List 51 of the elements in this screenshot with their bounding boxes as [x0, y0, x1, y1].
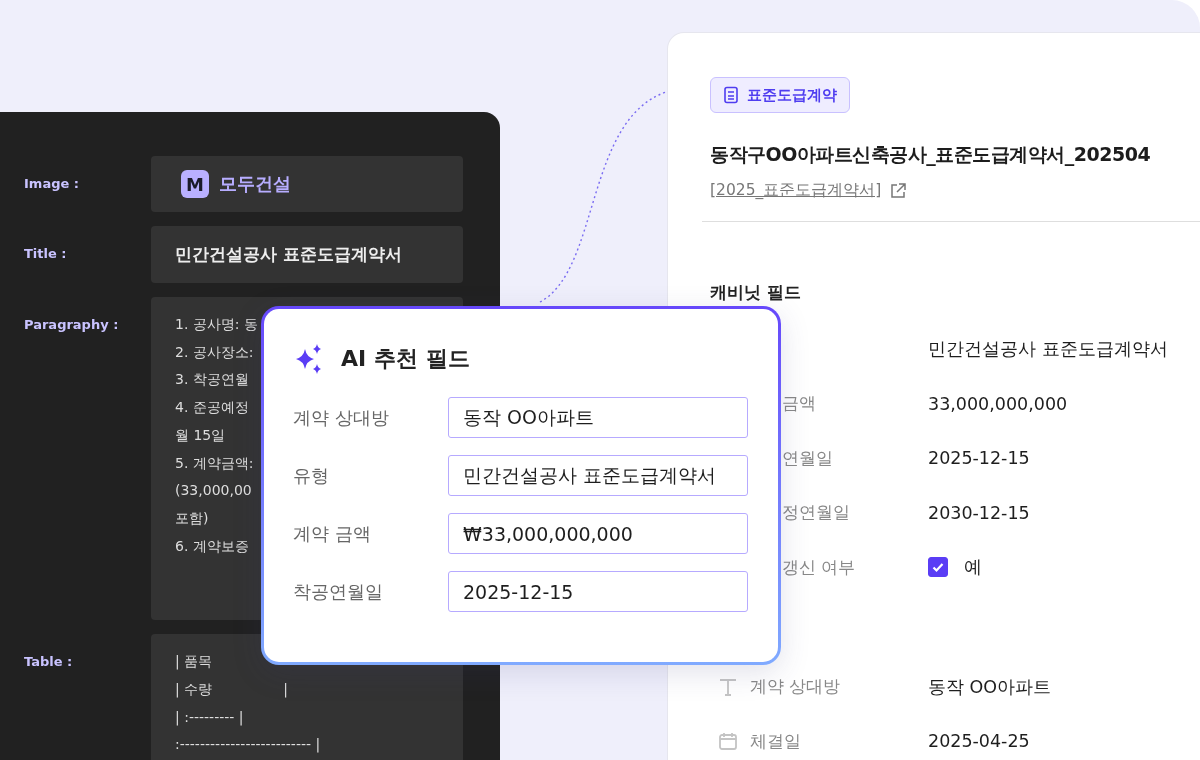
field-value: 예 — [964, 556, 982, 580]
field-label: Title : — [24, 245, 68, 261]
text-line: | 수량 | — [175, 680, 289, 700]
field-value: 2025-04-25 — [928, 731, 1030, 752]
field-label: Image : — [24, 175, 80, 191]
text-line: 2. 공사장소: — [175, 342, 254, 362]
template-link[interactable]: [2025_표준도급계약서] — [710, 180, 882, 201]
text-line: 3. 착공연월 — [175, 370, 249, 390]
field-value: 33,000,000,000 — [928, 393, 1068, 414]
text-line: 1. 공사명: 동 — [175, 315, 258, 334]
checkbox[interactable] — [928, 557, 948, 578]
input-field[interactable]: 2025-12-15 — [448, 571, 748, 612]
text-line: | 품목 — [175, 652, 213, 672]
field-label: 유형 — [293, 463, 330, 488]
text-line: 포함) — [175, 508, 209, 528]
text-line: 4. 준공예정 — [175, 398, 249, 418]
text-line: (33,000,00 — [175, 481, 252, 501]
section-title: 캐비닛 필드 — [710, 281, 802, 304]
field-label: Paragraphy : — [24, 316, 120, 332]
text-type-icon — [718, 676, 738, 697]
field-label: 계약 상대방 — [750, 675, 841, 699]
calendar-icon — [718, 731, 738, 752]
document-title: 동작구OO아파트신축공사_표준도급계약서_202504 — [710, 142, 1152, 168]
field-label: 정연월일 — [782, 501, 850, 525]
popup-title: AI 추천 필드 — [341, 345, 470, 373]
external-link-icon — [889, 182, 908, 199]
input-field[interactable]: 동작 OO아파트 — [448, 397, 748, 438]
field-label: 계약 금액 — [293, 521, 372, 546]
field-value: 2030-12-15 — [928, 502, 1030, 523]
field-value: 민간건설공사 표준도급계약서 — [928, 338, 1168, 362]
field-label: Table : — [24, 653, 74, 670]
category-badge: 표준도급계약 — [710, 77, 850, 113]
field-label: 계약 상대방 — [293, 405, 390, 430]
text-line: | :--------- | — [175, 707, 244, 728]
text-line: :-------------------------- | — [175, 735, 321, 755]
field-value: 동작 OO아파트 — [928, 675, 1052, 699]
text-line: 6. 계약보증 — [175, 536, 249, 556]
text-line: 월 15일 — [175, 425, 226, 445]
logo-icon: M — [181, 170, 209, 198]
field-label: 금액 — [782, 392, 816, 416]
document-icon — [723, 86, 739, 104]
company-name: 모두건설 — [219, 172, 291, 196]
field-label: 갱신 여부 — [782, 555, 856, 579]
field-label: 착공연월일 — [293, 579, 384, 604]
field-value: 2025-12-15 — [928, 448, 1030, 469]
text-line: 5. 계약금액: — [175, 453, 254, 473]
input-field[interactable]: 민간건설공사 표준도급계약서 — [448, 455, 748, 496]
title-text: 민간건설공사 표준도급계약서 — [175, 243, 402, 266]
field-label: 체결일 — [750, 729, 801, 753]
input-field[interactable]: ₩33,000,000,000 — [448, 513, 748, 554]
field-label: 연월일 — [782, 446, 833, 470]
